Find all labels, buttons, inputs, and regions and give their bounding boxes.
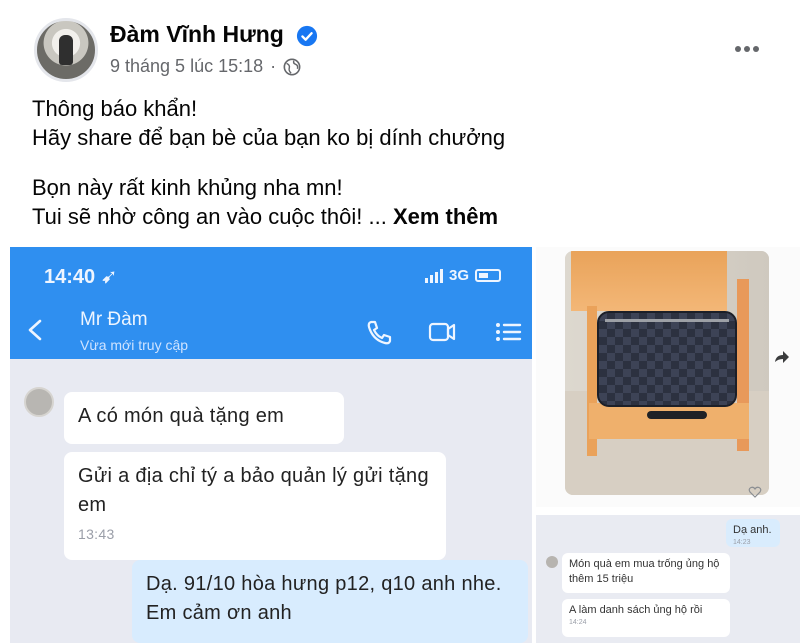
contact-status: Vừa mới truy cập xyxy=(80,337,189,353)
more-options-icon[interactable] xyxy=(730,32,764,66)
video-call-icon xyxy=(428,322,456,342)
post-line-text: Tui sẽ nhờ công an vào cuộc thôi! ... xyxy=(32,204,387,230)
heart-icon xyxy=(748,486,762,498)
author-name[interactable]: Đàm Vĩnh Hưng xyxy=(110,21,284,48)
chat-message-text: Dạ anh. xyxy=(733,524,772,536)
chat-message: Gửi a địa chỉ tý a bảo quản lý gửi tặng … xyxy=(64,452,446,560)
chat-message-text: A làm danh sách ủng hộ rồi xyxy=(569,604,703,616)
chat-message-text: Gửi a địa chỉ tý a bảo quản lý gửi tặng … xyxy=(78,465,429,516)
status-time: 14:40 ➹ xyxy=(44,266,118,288)
phone-icon xyxy=(367,320,392,345)
chat-message: Món quà em mua trống ủng hộ thêm 15 triệ… xyxy=(562,553,730,593)
network-type: 3G xyxy=(449,267,470,284)
post-line: Thông báo khẩn! xyxy=(32,96,198,121)
chat-message-time: 14:24 xyxy=(569,618,587,626)
post-image-chat[interactable]: 14:40 ➹ 3G Mr Đàm Vừa mới truy cập A có … xyxy=(10,247,532,643)
meta-separator: · xyxy=(270,56,277,76)
chat-avatar xyxy=(24,387,54,417)
verified-badge-icon xyxy=(296,25,318,47)
chat-message-time: 14:23 xyxy=(733,538,751,546)
gift-box-lid xyxy=(571,251,727,311)
post-text: Thông báo khẩn! Hãy share để bạn bè của … xyxy=(32,94,505,152)
author-avatar[interactable] xyxy=(34,18,98,82)
gift-box-base xyxy=(589,403,749,439)
share-arrow-icon[interactable] xyxy=(774,350,790,364)
post-line: Bọn này rất kinh khủng nha mn! xyxy=(32,175,343,200)
menu-list-icon xyxy=(496,323,522,341)
status-icons: 3G xyxy=(425,267,502,284)
handbag-zipper xyxy=(605,319,729,322)
chat-message-sent: Dạ. 91/10 hòa hưng p12, q10 anh nhe. Em … xyxy=(132,560,528,643)
chat-header: 14:40 ➹ 3G Mr Đàm Vừa mới truy cập xyxy=(10,247,532,359)
post-meta: 9 tháng 5 lúc 15:18 · xyxy=(110,56,301,77)
chat-message: A có món quà tặng em xyxy=(64,392,344,444)
back-icon xyxy=(28,319,42,341)
globe-icon[interactable] xyxy=(283,58,301,76)
post-line: Hãy share để bạn bè của bạn ko bị dính c… xyxy=(32,125,506,151)
avatar-figure xyxy=(59,35,73,65)
chat-message: A làm danh sách ủng hộ rồi 14:24 xyxy=(562,599,730,637)
signal-icon xyxy=(425,268,443,283)
chat-avatar xyxy=(546,556,558,568)
post-timestamp[interactable]: 9 tháng 5 lúc 15:18 xyxy=(110,56,263,77)
bag-photo xyxy=(565,251,769,495)
post-line: Tui sẽ nhờ công an vào cuộc thôi! ... Xe… xyxy=(32,202,498,231)
post-image-bag[interactable] xyxy=(536,247,800,507)
post-image-chat-2[interactable]: Dạ anh. 14:23 Món quà em mua trống ủng h… xyxy=(536,511,800,643)
image-top-strip xyxy=(536,511,800,515)
post-text-2: Bọn này rất kinh khủng nha mn! Tui sẽ nh… xyxy=(32,173,498,231)
chat-message-sent: Dạ anh. 14:23 xyxy=(726,519,780,547)
contact-name: Mr Đàm xyxy=(80,309,148,330)
handbag-strap xyxy=(647,411,707,419)
battery-icon xyxy=(475,269,502,282)
chat-message-time: 13:43 xyxy=(78,526,115,542)
see-more-link[interactable]: Xem thêm xyxy=(393,204,498,229)
handbag xyxy=(597,311,737,407)
